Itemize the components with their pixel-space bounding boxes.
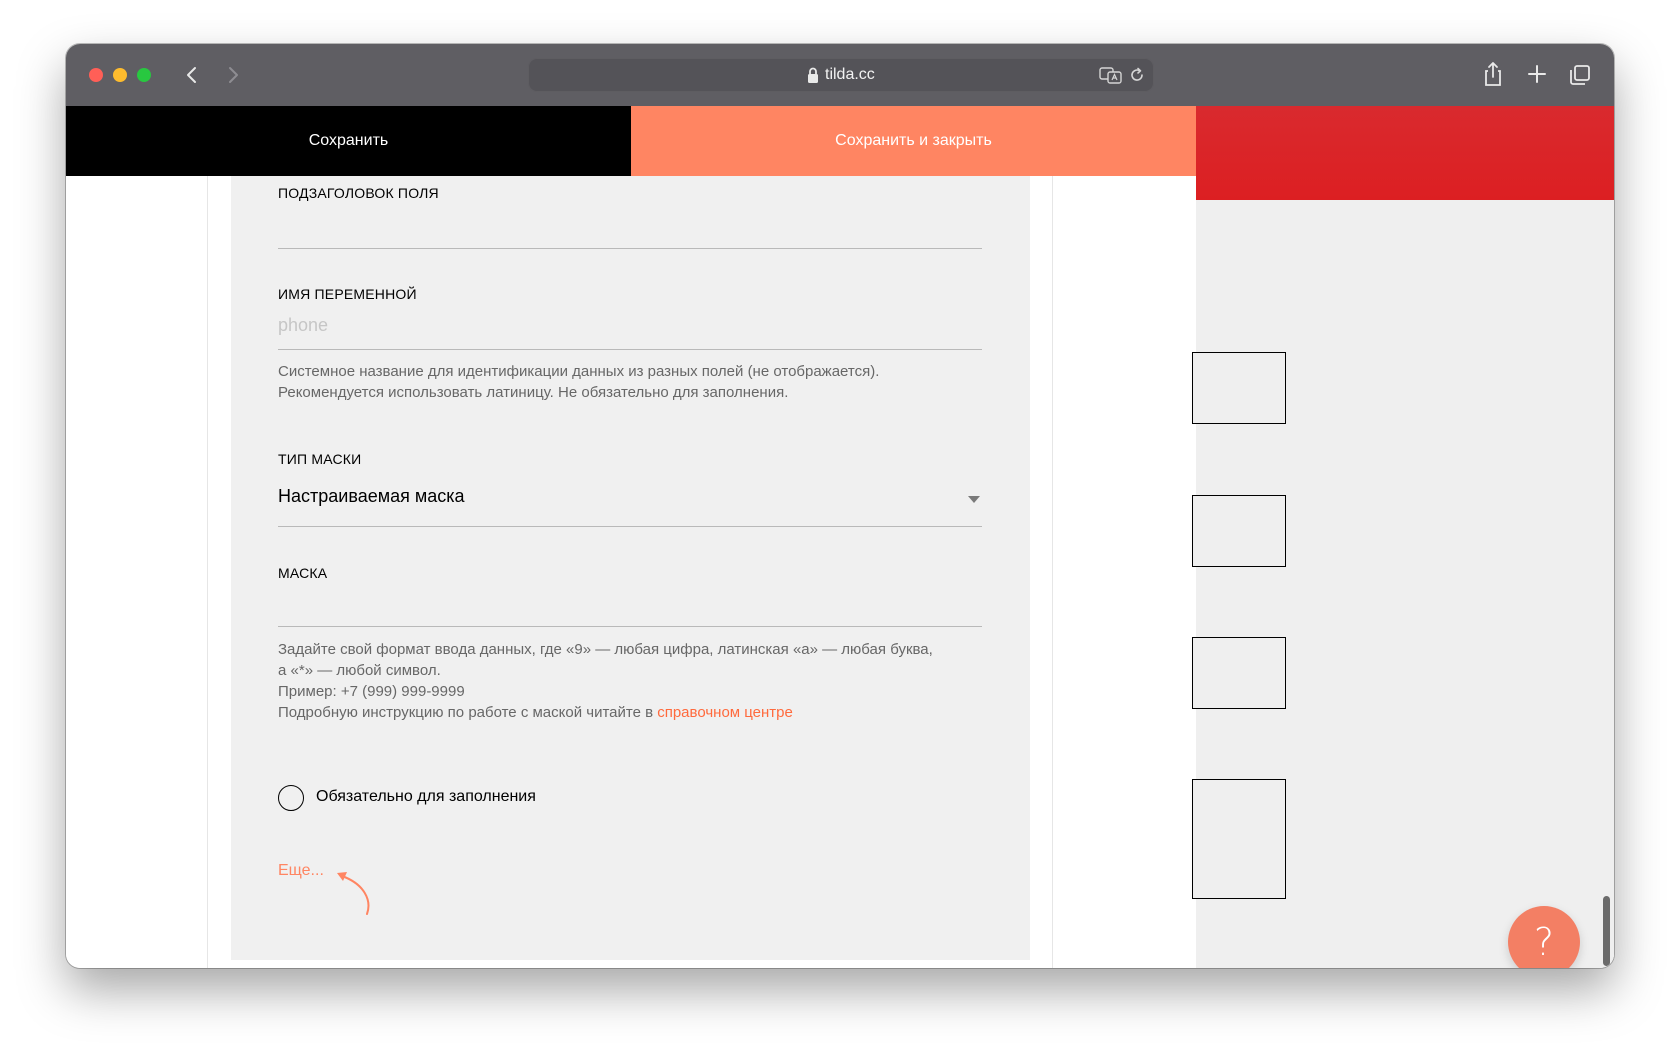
subtitle-field-label: ПОДЗАГОЛОВОК ПОЛЯ: [278, 185, 439, 201]
variable-name-input[interactable]: [278, 310, 982, 340]
page-preview: [1192, 106, 1614, 968]
field-underline: [278, 248, 982, 249]
page-content: Сохранить Сохранить и закрыть ПОДЗАГОЛОВ…: [66, 106, 1614, 968]
variable-name-label: ИМЯ ПЕРЕМЕННОЙ: [278, 286, 417, 302]
preview-input-box: [1192, 352, 1286, 424]
share-icon[interactable]: [1480, 60, 1506, 88]
subtitle-input[interactable]: [278, 212, 982, 242]
tab-overview-icon[interactable]: [1567, 60, 1593, 88]
field-settings-panel: ПОДЗАГОЛОВОК ПОЛЯ ИМЯ ПЕРЕМЕННОЙ Системн…: [231, 176, 1030, 960]
help-button[interactable]: ?: [1508, 906, 1580, 968]
translate-icon[interactable]: [1099, 66, 1123, 84]
reload-icon[interactable]: [1128, 66, 1146, 84]
mask-type-select[interactable]: Настраиваемая маска: [278, 486, 465, 507]
field-underline: [278, 349, 982, 350]
divider: [207, 176, 208, 968]
address-bar[interactable]: tilda.cc: [528, 58, 1154, 92]
save-and-close-button[interactable]: Сохранить и закрыть: [631, 106, 1196, 176]
field-underline: [278, 526, 982, 527]
lock-icon: [808, 67, 818, 83]
variable-name-hint: Системное название для идентификации дан…: [278, 361, 988, 403]
hint-line: а «*» — любой символ.: [278, 662, 441, 679]
url-text: tilda.cc: [825, 66, 875, 83]
hint-line: Задайте свой формат ввода данных, где «9…: [278, 641, 933, 658]
chevron-right-icon: [229, 67, 238, 83]
preview-textarea-box: [1192, 779, 1286, 899]
hint-line: Подробную инструкцию по работе с маской …: [278, 702, 988, 723]
preview-input-box: [1192, 637, 1286, 709]
close-window-button[interactable]: [89, 68, 103, 82]
scrollbar-thumb[interactable]: [1603, 896, 1610, 966]
caret-down-icon[interactable]: [968, 496, 980, 504]
chevron-left-icon: [187, 67, 196, 83]
minimize-window-button[interactable]: [113, 68, 127, 82]
preview-banner: [1196, 106, 1614, 200]
mask-label: МАСКА: [278, 565, 328, 581]
help-center-link[interactable]: справочном центре: [657, 704, 793, 721]
browser-titlebar: tilda.cc: [66, 44, 1614, 106]
curved-arrow-icon: [337, 872, 370, 915]
browser-window: tilda.cc Сохранить Сохранить и закрыть П…: [66, 44, 1614, 968]
mask-type-label: ТИП МАСКИ: [278, 451, 362, 467]
divider: [1052, 176, 1053, 968]
field-underline: [278, 626, 982, 627]
required-checkbox-label[interactable]: Обязательно для заполнения: [316, 788, 536, 806]
hint-line: Системное название для идентификации дан…: [278, 363, 880, 380]
new-tab-icon[interactable]: [1524, 60, 1550, 88]
fullscreen-window-button[interactable]: [137, 68, 151, 82]
mask-hint: Задайте свой формат ввода данных, где «9…: [278, 639, 988, 723]
back-button[interactable]: [179, 60, 205, 90]
mask-input[interactable]: [278, 590, 982, 620]
hint-line: Пример: +7 (999) 999-9999: [278, 683, 465, 700]
hint-text: Подробную инструкцию по работе с маской …: [278, 704, 658, 721]
save-button[interactable]: Сохранить: [66, 106, 631, 176]
preview-input-box: [1192, 495, 1286, 567]
forward-button[interactable]: [220, 60, 246, 90]
more-link[interactable]: Еще...: [278, 862, 324, 880]
hint-line: Рекомендуется использовать латиницу. Не …: [278, 384, 789, 401]
required-checkbox[interactable]: [278, 785, 304, 811]
